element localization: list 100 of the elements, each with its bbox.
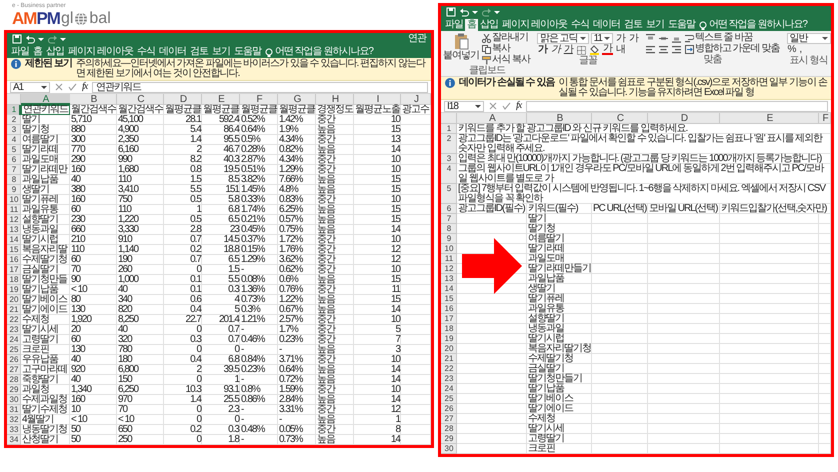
ribbon-tab[interactable]: 파일 — [9, 46, 31, 58]
row-header[interactable]: 1 — [441, 124, 457, 134]
row-header[interactable]: 11 — [7, 205, 21, 215]
row-header[interactable]: 14 — [441, 284, 457, 294]
row-header[interactable]: 18 — [7, 275, 21, 285]
row-header[interactable]: 33 — [7, 425, 21, 435]
cut-button[interactable]: 잘라내기 — [481, 33, 529, 43]
row-header[interactable]: 29 — [7, 385, 21, 395]
row-header[interactable]: 17 — [7, 265, 21, 275]
row-header[interactable]: 7 — [7, 165, 21, 175]
column-header[interactable]: A — [21, 94, 70, 105]
row-header[interactable]: 11 — [441, 254, 457, 264]
ribbon-tab[interactable]: 홈 — [31, 46, 44, 58]
row-header[interactable]: 9 — [7, 185, 21, 195]
row-header[interactable]: 4 — [441, 164, 457, 184]
row-header[interactable]: 20 — [441, 344, 457, 354]
row-header[interactable]: 16 — [7, 255, 21, 265]
column-header[interactable]: G — [278, 94, 316, 105]
ribbon-tab[interactable]: 페이지 레이아웃 — [500, 19, 569, 31]
column-header[interactable]: F — [240, 94, 278, 105]
tell-me-search[interactable]: 어떤 작업을 원하시나요? — [262, 46, 375, 58]
percent-style-button[interactable]: % — [786, 45, 796, 55]
tell-me-search[interactable]: 어떤 작업을 원하시나요? — [696, 19, 809, 31]
comma-style-button[interactable]: , — [798, 45, 802, 55]
row-header[interactable]: 27 — [7, 365, 21, 375]
italic-button[interactable]: 가 — [550, 45, 561, 55]
row-header[interactable]: 25 — [441, 394, 457, 404]
column-header[interactable]: J — [401, 94, 431, 105]
decrease-font-size-button[interactable]: 가 — [628, 34, 639, 44]
column-header[interactable]: D — [648, 113, 720, 124]
copy-button[interactable]: 복사 — [481, 44, 511, 54]
ribbon-tab[interactable]: 검토 — [622, 19, 644, 31]
paintbrush-button[interactable]: 서식 복사 — [481, 55, 531, 65]
formula-field[interactable]: 연관키워드 — [92, 82, 428, 92]
row-header[interactable]: 27 — [441, 414, 457, 424]
ribbon-tab[interactable]: 파일 — [443, 19, 465, 31]
row-header[interactable]: 24 — [7, 335, 21, 345]
row-header[interactable]: 21 — [7, 305, 21, 315]
phonetic-button[interactable]: 내 — [614, 45, 626, 55]
row-header[interactable]: 2 — [7, 115, 21, 125]
row-header[interactable]: 19 — [441, 334, 457, 344]
row-header[interactable]: 3 — [441, 154, 457, 164]
ribbon-tab[interactable]: 페이지 레이아웃 — [66, 46, 135, 58]
ribbon-tab[interactable]: 보기 — [210, 46, 232, 58]
row-header[interactable]: 1 — [7, 105, 21, 115]
column-header[interactable]: C — [117, 94, 164, 105]
row-header[interactable]: 22 — [441, 364, 457, 374]
row-header[interactable]: 30 — [7, 395, 21, 405]
insert-function-button[interactable]: fx — [82, 82, 88, 92]
row-header[interactable]: 19 — [7, 285, 21, 295]
bold-button[interactable]: 가 — [536, 45, 548, 55]
row-header[interactable]: 31 — [7, 405, 21, 415]
row-header[interactable]: 20 — [7, 295, 21, 305]
row-header[interactable]: 16 — [441, 304, 457, 314]
column-header[interactable]: E — [720, 113, 819, 124]
row-header[interactable]: 12 — [441, 264, 457, 274]
ribbon-tab[interactable]: 보기 — [644, 19, 666, 31]
column-header[interactable]: A — [457, 113, 527, 124]
row-header[interactable]: 17 — [441, 314, 457, 324]
row-header[interactable]: 5 — [7, 145, 21, 155]
row-header[interactable]: 3 — [7, 125, 21, 135]
row-header[interactable]: 14 — [7, 235, 21, 245]
row-header[interactable]: 28 — [7, 375, 21, 385]
row-header[interactable]: 23 — [441, 374, 457, 384]
row-header[interactable]: 8 — [441, 224, 457, 234]
row-header[interactable]: 10 — [441, 244, 457, 254]
font-name-field[interactable]: 맑은 고딕 — [536, 33, 589, 44]
row-header[interactable]: 32 — [7, 415, 21, 425]
row-header[interactable]: 29 — [441, 434, 457, 444]
row-header[interactable]: 28 — [441, 424, 457, 434]
row-header[interactable]: 26 — [7, 355, 21, 365]
paste-button[interactable]: 붙여넣기 — [443, 33, 479, 61]
row-header[interactable]: 22 — [7, 315, 21, 325]
name-box[interactable]: I18 — [444, 100, 484, 112]
ribbon-tab[interactable]: 도움말 — [232, 46, 263, 58]
row-header[interactable]: 26 — [441, 404, 457, 414]
row-header[interactable]: 6 — [441, 204, 457, 214]
row-header[interactable]: 15 — [7, 245, 21, 255]
ribbon-tab[interactable]: 데이터 — [590, 19, 622, 31]
row-header[interactable]: 8 — [7, 175, 21, 185]
row-header[interactable]: 30 — [441, 444, 457, 454]
row-header[interactable]: 13 — [441, 274, 457, 284]
row-header[interactable]: 12 — [7, 215, 21, 225]
column-header[interactable]: D — [164, 94, 202, 105]
ribbon-tab[interactable]: 수식 — [568, 19, 591, 31]
insert-function-button[interactable]: fx — [516, 101, 522, 111]
row-header[interactable]: 10 — [7, 195, 21, 205]
ribbon-tab[interactable]: 수식 — [134, 46, 157, 58]
increase-font-size-button[interactable]: 가 — [614, 34, 626, 44]
row-header[interactable]: 34 — [7, 435, 21, 445]
row-header[interactable]: 7 — [441, 214, 457, 224]
column-header[interactable]: F — [819, 113, 831, 124]
ribbon-tab[interactable]: 데이터 — [156, 46, 188, 58]
column-header[interactable]: E — [202, 94, 240, 105]
column-header[interactable]: H — [316, 94, 354, 105]
ribbon-tab[interactable]: 검토 — [188, 46, 210, 58]
number-format-field[interactable]: 일반 — [786, 33, 831, 44]
row-header[interactable]: 6 — [7, 155, 21, 165]
row-header[interactable]: 13 — [7, 225, 21, 235]
wrap-text-button[interactable]: 텍스트 줄 바꿈 — [684, 33, 754, 43]
